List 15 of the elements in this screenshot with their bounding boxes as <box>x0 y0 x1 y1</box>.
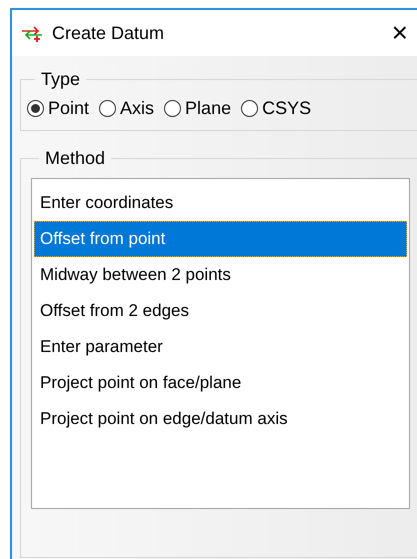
close-button[interactable]: × <box>392 19 408 47</box>
radio-option[interactable]: CSYS <box>241 95 312 122</box>
group-label: Method <box>44 147 106 170</box>
group-label: Type <box>40 68 82 91</box>
list-item[interactable]: Offset from point <box>34 221 407 257</box>
list-item[interactable]: Enter coordinates <box>34 185 407 221</box>
list-item[interactable]: Project point on edge/datum axis <box>34 401 407 437</box>
radio-option[interactable]: Point <box>27 95 90 122</box>
list-item[interactable]: Offset from 2 edges <box>34 293 407 329</box>
list-item[interactable]: Project point on face/plane <box>34 365 407 401</box>
radio-option[interactable]: Axis <box>99 95 154 122</box>
list-item[interactable]: Enter parameter <box>34 329 407 365</box>
list-item[interactable]: Midway between 2 points <box>34 257 407 293</box>
radio-option[interactable]: Plane <box>164 95 232 122</box>
window-title: Create Datum <box>52 22 164 44</box>
